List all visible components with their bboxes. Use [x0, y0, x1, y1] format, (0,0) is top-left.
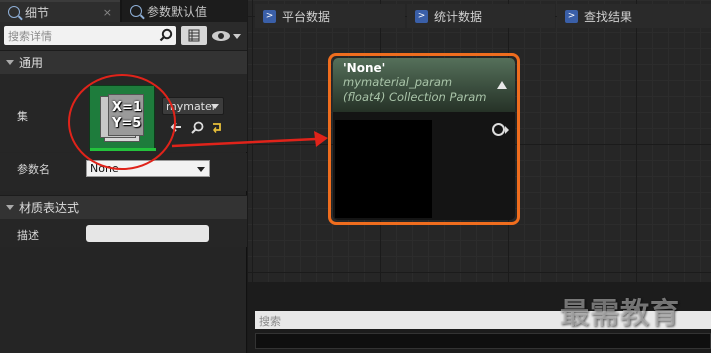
description-label: 描述 [17, 229, 39, 242]
collapse-arrow-icon [6, 205, 14, 210]
chevron-down-icon [233, 33, 241, 39]
magnifier-icon [8, 6, 20, 18]
collapse-arrow-icon [6, 60, 14, 65]
section-material-expression[interactable]: 材质表达式 [0, 195, 247, 219]
tab-platform-stats[interactable]: > 平台数据 [255, 4, 405, 28]
node-preview [335, 120, 432, 218]
node-subtitle-type: (float4) Collection Param [343, 90, 487, 104]
output-pin-icon[interactable] [492, 123, 505, 136]
section-material-expression-label: 材质表达式 [19, 201, 80, 215]
tab-details-label: 细节 [25, 5, 50, 20]
search-row: 搜索详情 [0, 22, 247, 50]
tab-find-results-label: 查找结果 [584, 9, 633, 24]
tab-platform-stats-label: 平台数据 [282, 9, 331, 24]
collection-label: 集 [17, 110, 28, 123]
panel-tab-bar: 细节 × 参数默认值 [0, 0, 247, 22]
search-placeholder: 搜索详情 [8, 30, 52, 43]
view-options-button[interactable] [181, 26, 207, 45]
results-area [255, 333, 711, 349]
param-name-label: 参数名 [17, 163, 50, 176]
chevron-down-icon [197, 167, 205, 172]
bottom-search-placeholder: 搜索 [259, 315, 281, 328]
collapse-triangle-icon[interactable] [497, 81, 507, 89]
eye-icon [212, 31, 230, 41]
chart-icon: > [565, 9, 578, 23]
tab-defaults-label: 参数默认值 [147, 4, 208, 19]
annotation-circle [68, 74, 176, 170]
description-input[interactable] [86, 225, 209, 242]
tab-stats[interactable]: > 统计数据 [407, 4, 555, 28]
tab-find-results[interactable]: > 查找结果 [557, 4, 711, 28]
search-input[interactable]: 搜索详情 [4, 26, 176, 45]
tab-details[interactable]: 细节 × [0, 0, 120, 22]
chevron-down-icon [211, 104, 219, 109]
node-header[interactable]: 'None' mymaterial_param (float4) Collect… [333, 58, 515, 112]
section-general-label: 通用 [19, 56, 44, 70]
search-icon[interactable] [159, 28, 173, 42]
chart-icon: > [263, 9, 276, 23]
magnifier-icon [130, 5, 142, 17]
tab-parameter-defaults[interactable]: 参数默认值 [122, 0, 247, 22]
node-subtitle-name: mymaterial_param [343, 75, 453, 89]
annotation-arrow [171, 131, 328, 148]
section-general[interactable]: 通用 [0, 50, 247, 74]
close-icon[interactable]: × [103, 6, 112, 19]
tab-stats-label: 统计数据 [434, 9, 483, 24]
list-icon [188, 29, 200, 42]
pin-arrow-icon [505, 126, 509, 134]
chart-icon: > [415, 9, 428, 23]
collection-parameter-node[interactable]: 'None' mymaterial_param (float4) Collect… [333, 58, 515, 220]
watermark: 最需教育 [560, 296, 681, 330]
node-title: 'None' [343, 61, 386, 75]
visibility-button[interactable] [211, 27, 243, 45]
